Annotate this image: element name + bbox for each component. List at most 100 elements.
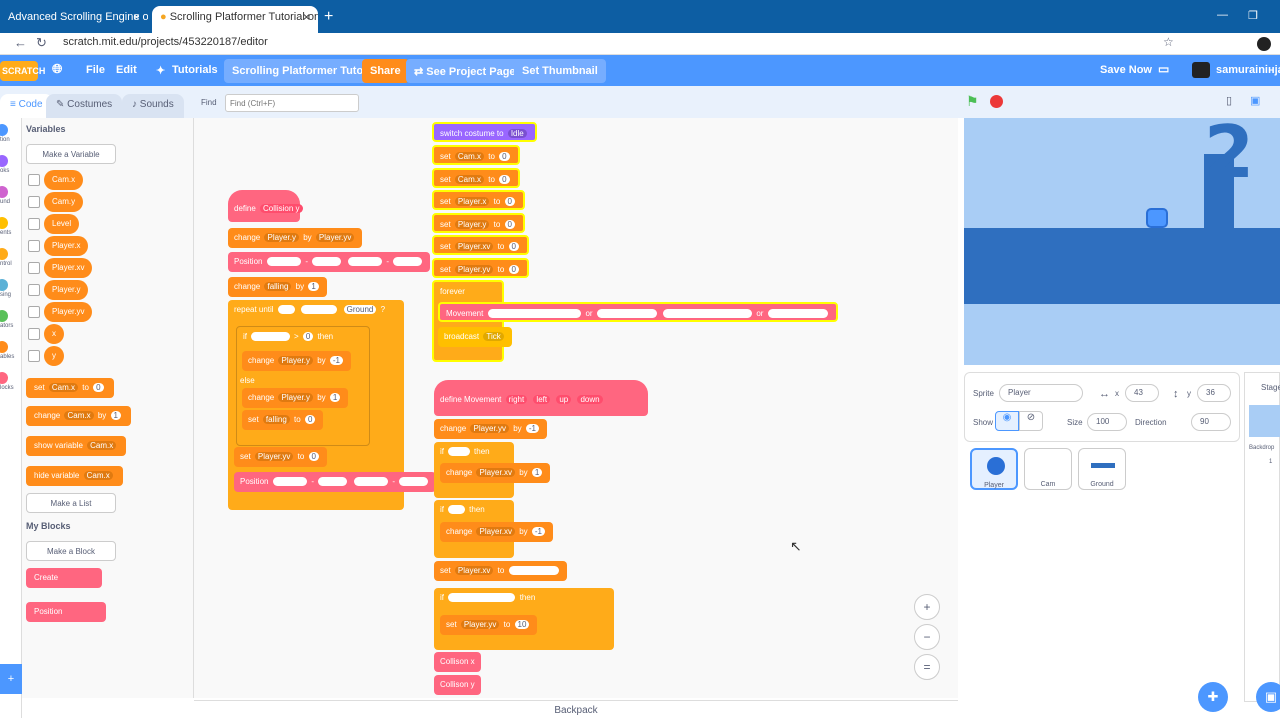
zoom-reset-icon[interactable]: = (914, 654, 940, 680)
save-now-button[interactable]: Save Now (1100, 64, 1152, 76)
category-dot-icon[interactable] (0, 124, 8, 136)
new-tab-button[interactable]: + (324, 8, 333, 26)
category-dot-icon[interactable] (0, 341, 8, 353)
change-player-xv-block[interactable]: change Player.xv by -1 (440, 522, 553, 542)
variable-checkbox[interactable] (28, 196, 40, 208)
set-thumbnail-button[interactable]: Set Thumbnail (514, 59, 606, 83)
y-field[interactable]: 36 (1197, 384, 1231, 402)
set-variable-block[interactable]: set Player.xv to 0 (432, 235, 529, 255)
code-workspace[interactable]: define Collision y change Player.y by Pl… (194, 118, 958, 698)
make-block-button[interactable]: Make a Block (26, 541, 116, 561)
position-block[interactable]: Position (26, 602, 106, 622)
menu-edit[interactable]: Edit (116, 64, 137, 76)
add-backdrop-button[interactable]: ▣ (1256, 682, 1280, 712)
username[interactable]: samurainінja360 (1216, 64, 1280, 76)
zoom-out-icon[interactable]: − (914, 624, 940, 650)
define-collision-y-block[interactable]: define Collision y (228, 190, 303, 222)
set-variable-block[interactable]: set Cam.x to 0 (432, 145, 520, 165)
variable-reporter[interactable]: Cam.y (44, 192, 84, 212)
set-variable-block[interactable]: set Cam.x to 0 (432, 167, 520, 188)
menu-tutorials[interactable]: Tutorials (172, 64, 218, 76)
set-player-yv-block[interactable]: set Player.yv to 0 (234, 447, 327, 467)
define-movement-block[interactable]: define Movement right left up down (434, 380, 648, 416)
globe-icon[interactable]: 🌐︎ (52, 61, 62, 77)
hide-icon[interactable]: ⊘ (1019, 411, 1043, 431)
variable-checkbox[interactable] (28, 174, 40, 186)
set-variable-block[interactable]: set Player.y to 0 (432, 212, 525, 233)
switch-costume-block[interactable]: switch costume to Idle (432, 122, 537, 142)
variable-reporter[interactable]: x (44, 324, 64, 344)
change-player-yv-block[interactable]: change Player.yv by -1 (434, 419, 547, 439)
back-icon[interactable]: ← (14, 35, 27, 50)
category-dot-icon[interactable] (0, 310, 8, 322)
variable-checkbox[interactable] (28, 306, 40, 318)
stage-thumb[interactable] (1249, 405, 1280, 437)
change-variable-block[interactable]: change Cam.x by 1 (26, 406, 131, 426)
category-dot-icon[interactable] (0, 279, 8, 291)
variable-checkbox[interactable] (28, 240, 40, 252)
category-dot-icon[interactable] (0, 372, 8, 384)
show-variable-block[interactable]: show variable Cam.x (26, 436, 127, 456)
change-player-xv-block[interactable]: change Player.xv by 1 (440, 463, 551, 483)
size-field[interactable]: 100 (1087, 413, 1127, 431)
browser-tab[interactable]: Advanced Scrolling Engine on Sc× (0, 6, 148, 33)
variable-reporter[interactable]: y (44, 346, 64, 366)
zoom-in-icon[interactable]: + (914, 594, 940, 620)
reload-icon[interactable]: ↻ (36, 35, 47, 51)
make-variable-button[interactable]: Make a Variable (26, 144, 116, 164)
tab-sounds[interactable]: ♪ Sounds (122, 94, 184, 118)
create-block[interactable]: Create (26, 568, 102, 588)
tab-costumes[interactable]: ✎ Costumes (46, 94, 123, 118)
folder-icon[interactable]: ▭ (1158, 62, 1169, 76)
set-variable-block[interactable]: set Cam.x to 0 (26, 378, 114, 398)
tab-code[interactable]: ≡ Code (0, 94, 53, 118)
set-falling-block[interactable]: set falling to 0 (242, 410, 324, 430)
set-variable-block[interactable]: set Player.x to 0 (432, 190, 525, 210)
stage-target-pane[interactable]: Stage Backdrop 1 (1244, 372, 1280, 702)
avatar[interactable] (1257, 37, 1271, 51)
sprite-thumb-cam[interactable]: Cam (1024, 448, 1072, 490)
collision-x-call-block[interactable]: Collison x (434, 652, 481, 672)
position-call-block[interactable]: Position Player.x - Cam.x Player.y - Cam… (234, 472, 437, 492)
variable-reporter[interactable]: Level (44, 214, 80, 234)
x-field[interactable]: 43 (1125, 384, 1159, 402)
position-call-block[interactable]: Position Player.x - Cam.x Player.y - Cam… (228, 252, 431, 272)
minimize-icon[interactable]: — (1217, 9, 1228, 21)
sprite-thumb-ground[interactable]: Ground (1078, 448, 1126, 490)
stage-canvas[interactable]: 2 (964, 118, 1280, 365)
green-flag-icon[interactable]: ⚑ (966, 93, 979, 110)
variable-reporter[interactable]: Player.y (44, 280, 89, 300)
add-extension-button[interactable]: + (0, 664, 22, 694)
change-block[interactable]: change Player.y by Player.yv (228, 228, 363, 248)
variable-checkbox[interactable] (28, 284, 40, 296)
sprite-name-field[interactable]: Player (999, 384, 1083, 402)
user-avatar[interactable] (1192, 62, 1210, 78)
category-dot-icon[interactable] (0, 217, 8, 229)
find-input[interactable] (225, 94, 359, 112)
change-falling-block[interactable]: change falling by 1 (228, 277, 327, 297)
direction-field[interactable]: 90 (1191, 413, 1231, 431)
category-dot-icon[interactable] (0, 155, 8, 167)
set-player-xv-block[interactable]: set Player.xv to Player.xv * 9 (434, 561, 568, 581)
stop-icon[interactable] (990, 95, 1003, 108)
backpack-bar[interactable]: Backpack (194, 700, 958, 720)
menu-file[interactable]: File (86, 64, 105, 76)
bookmark-star-icon[interactable]: ☆ (1163, 35, 1174, 49)
movement-call-block[interactable]: Movement key right arrow pressed? or key… (438, 302, 838, 322)
change-player-y-block[interactable]: change Player.y by -1 (242, 351, 351, 371)
share-button[interactable]: Share (362, 59, 409, 83)
small-stage-icon[interactable]: ▯ (1226, 94, 1232, 107)
variable-reporter[interactable]: Player.yv (44, 302, 93, 322)
category-dot-icon[interactable] (0, 248, 8, 260)
add-sprite-button[interactable]: ✚ (1198, 682, 1228, 712)
variable-reporter[interactable]: Player.xv (44, 258, 93, 278)
broadcast-block[interactable]: broadcast Tick (438, 327, 512, 347)
see-project-page-button[interactable]: ⇄ See Project Page (406, 59, 524, 83)
variable-checkbox[interactable] (28, 218, 40, 230)
category-dot-icon[interactable] (0, 186, 8, 198)
scratch-logo[interactable]: SCRATCH (0, 61, 45, 81)
show-visible-icon[interactable]: ◉ (995, 411, 1019, 431)
browser-tab-active[interactable]: ● Scrolling Platformer Tutorial on S × (152, 6, 318, 33)
variable-checkbox[interactable] (28, 262, 40, 274)
change-player-y-block[interactable]: change Player.y by 1 (242, 388, 349, 408)
